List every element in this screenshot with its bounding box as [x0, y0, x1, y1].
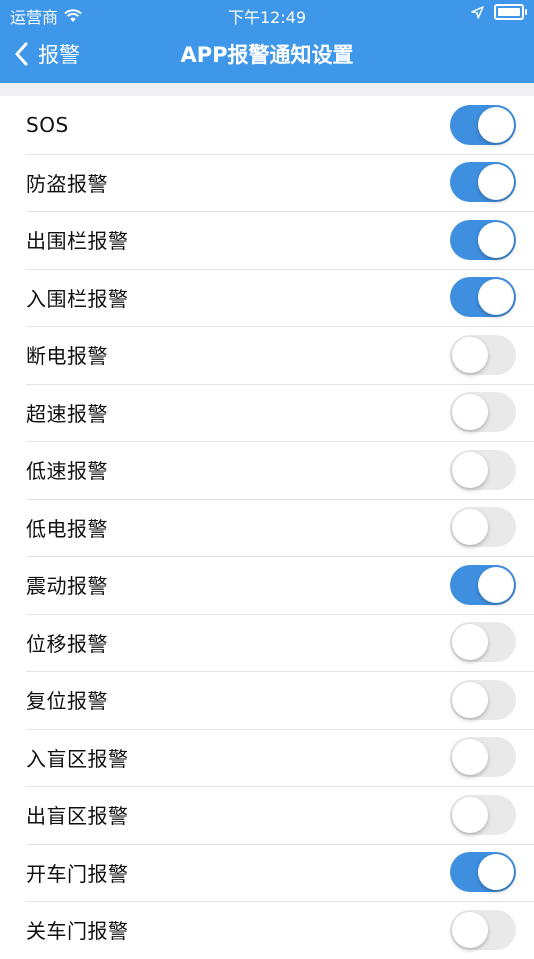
alarm-setting-row: 超速报警 [0, 383, 534, 442]
toggle-knob [452, 509, 488, 546]
alarm-toggle-switch[interactable] [450, 392, 516, 433]
alarm-toggle-switch[interactable] [450, 507, 516, 548]
top-bar: 运营商 下午12:49 报警 APP报警通知设置 [0, 0, 534, 83]
alarm-toggle-switch[interactable] [450, 852, 516, 893]
alarm-setting-row: 防盗报警 [0, 153, 534, 212]
alarm-toggle-switch[interactable] [450, 909, 516, 950]
alarm-toggle-switch[interactable] [450, 679, 516, 720]
alarm-toggle-switch[interactable] [450, 564, 516, 605]
alarm-setting-label: 低电报警 [26, 516, 108, 541]
battery-icon [494, 4, 527, 20]
toggle-knob [452, 451, 488, 488]
alarm-setting-label: 开车门报警 [26, 861, 129, 886]
toggle-knob [452, 394, 488, 431]
alarm-setting-label: 低速报警 [26, 459, 108, 484]
navigation-bar: 报警 APP报警通知设置 [0, 28, 534, 83]
toggle-knob [478, 164, 514, 201]
toggle-knob [478, 221, 514, 258]
page-title: APP报警通知设置 [180, 43, 354, 67]
alarm-setting-label: 断电报警 [26, 344, 108, 369]
alarm-setting-row: 震动报警 [0, 556, 534, 614]
alarm-toggle-switch[interactable] [450, 277, 516, 318]
status-bar: 运营商 下午12:49 [0, 0, 534, 28]
alarm-setting-label: 入围栏报警 [26, 286, 129, 311]
alarm-setting-row: SOS [0, 96, 534, 154]
toggle-knob [478, 106, 514, 143]
alarm-toggle-switch[interactable] [450, 622, 516, 663]
alarm-setting-label: 位移报警 [26, 631, 108, 656]
alarm-setting-row: 断电报警 [0, 326, 534, 384]
toggle-knob [452, 624, 488, 661]
alarm-setting-label: 入盲区报警 [26, 746, 129, 771]
location-arrow-icon [471, 5, 484, 19]
alarm-setting-label: 震动报警 [26, 574, 108, 599]
toggle-knob [452, 739, 488, 776]
alarm-setting-row: 入盲区报警 [0, 728, 534, 787]
toggle-knob [478, 566, 514, 603]
alarm-toggle-switch[interactable] [450, 449, 516, 490]
alarm-setting-label: 防盗报警 [26, 171, 108, 196]
alarm-toggle-switch[interactable] [450, 162, 516, 203]
alarm-setting-label: 出盲区报警 [26, 804, 129, 829]
alarm-toggle-switch[interactable] [450, 334, 516, 375]
toggle-knob [478, 854, 514, 891]
toggle-knob [478, 279, 514, 316]
toggle-knob [452, 336, 488, 373]
status-time: 下午12:49 [227, 8, 307, 27]
alarm-setting-label: 关车门报警 [26, 919, 129, 944]
alarm-toggle-switch[interactable] [450, 104, 516, 145]
alarm-setting-label: 超速报警 [26, 401, 108, 426]
toggle-knob [452, 796, 488, 833]
alarm-setting-label: 出围栏报警 [26, 229, 129, 254]
alarm-setting-label: SOS [26, 112, 69, 137]
toggle-knob [452, 911, 488, 948]
alarm-setting-label: 复位报警 [26, 689, 108, 714]
alarm-setting-row: 低电报警 [0, 498, 534, 557]
alarm-setting-row: 入围栏报警 [0, 268, 534, 327]
alarm-setting-row: 位移报警 [0, 613, 534, 672]
alarm-toggle-switch[interactable] [450, 219, 516, 260]
alarm-toggle-switch[interactable] [450, 794, 516, 835]
alarm-toggle-switch[interactable] [450, 737, 516, 778]
alarm-setting-row: 出围栏报警 [0, 211, 534, 269]
toggle-knob [452, 681, 488, 718]
alarm-settings-list: SOS 防盗报警出围栏报警入围栏报警断电报警超速报警低速报警低电报警震动报警位移报… [0, 96, 534, 959]
alarm-setting-row: 开车门报警 [0, 843, 534, 902]
alarm-setting-row: 复位报警 [0, 671, 534, 729]
status-icons [471, 4, 527, 20]
alarm-setting-row: 出盲区报警 [0, 786, 534, 844]
alarm-setting-row: 低速报警 [0, 441, 534, 499]
